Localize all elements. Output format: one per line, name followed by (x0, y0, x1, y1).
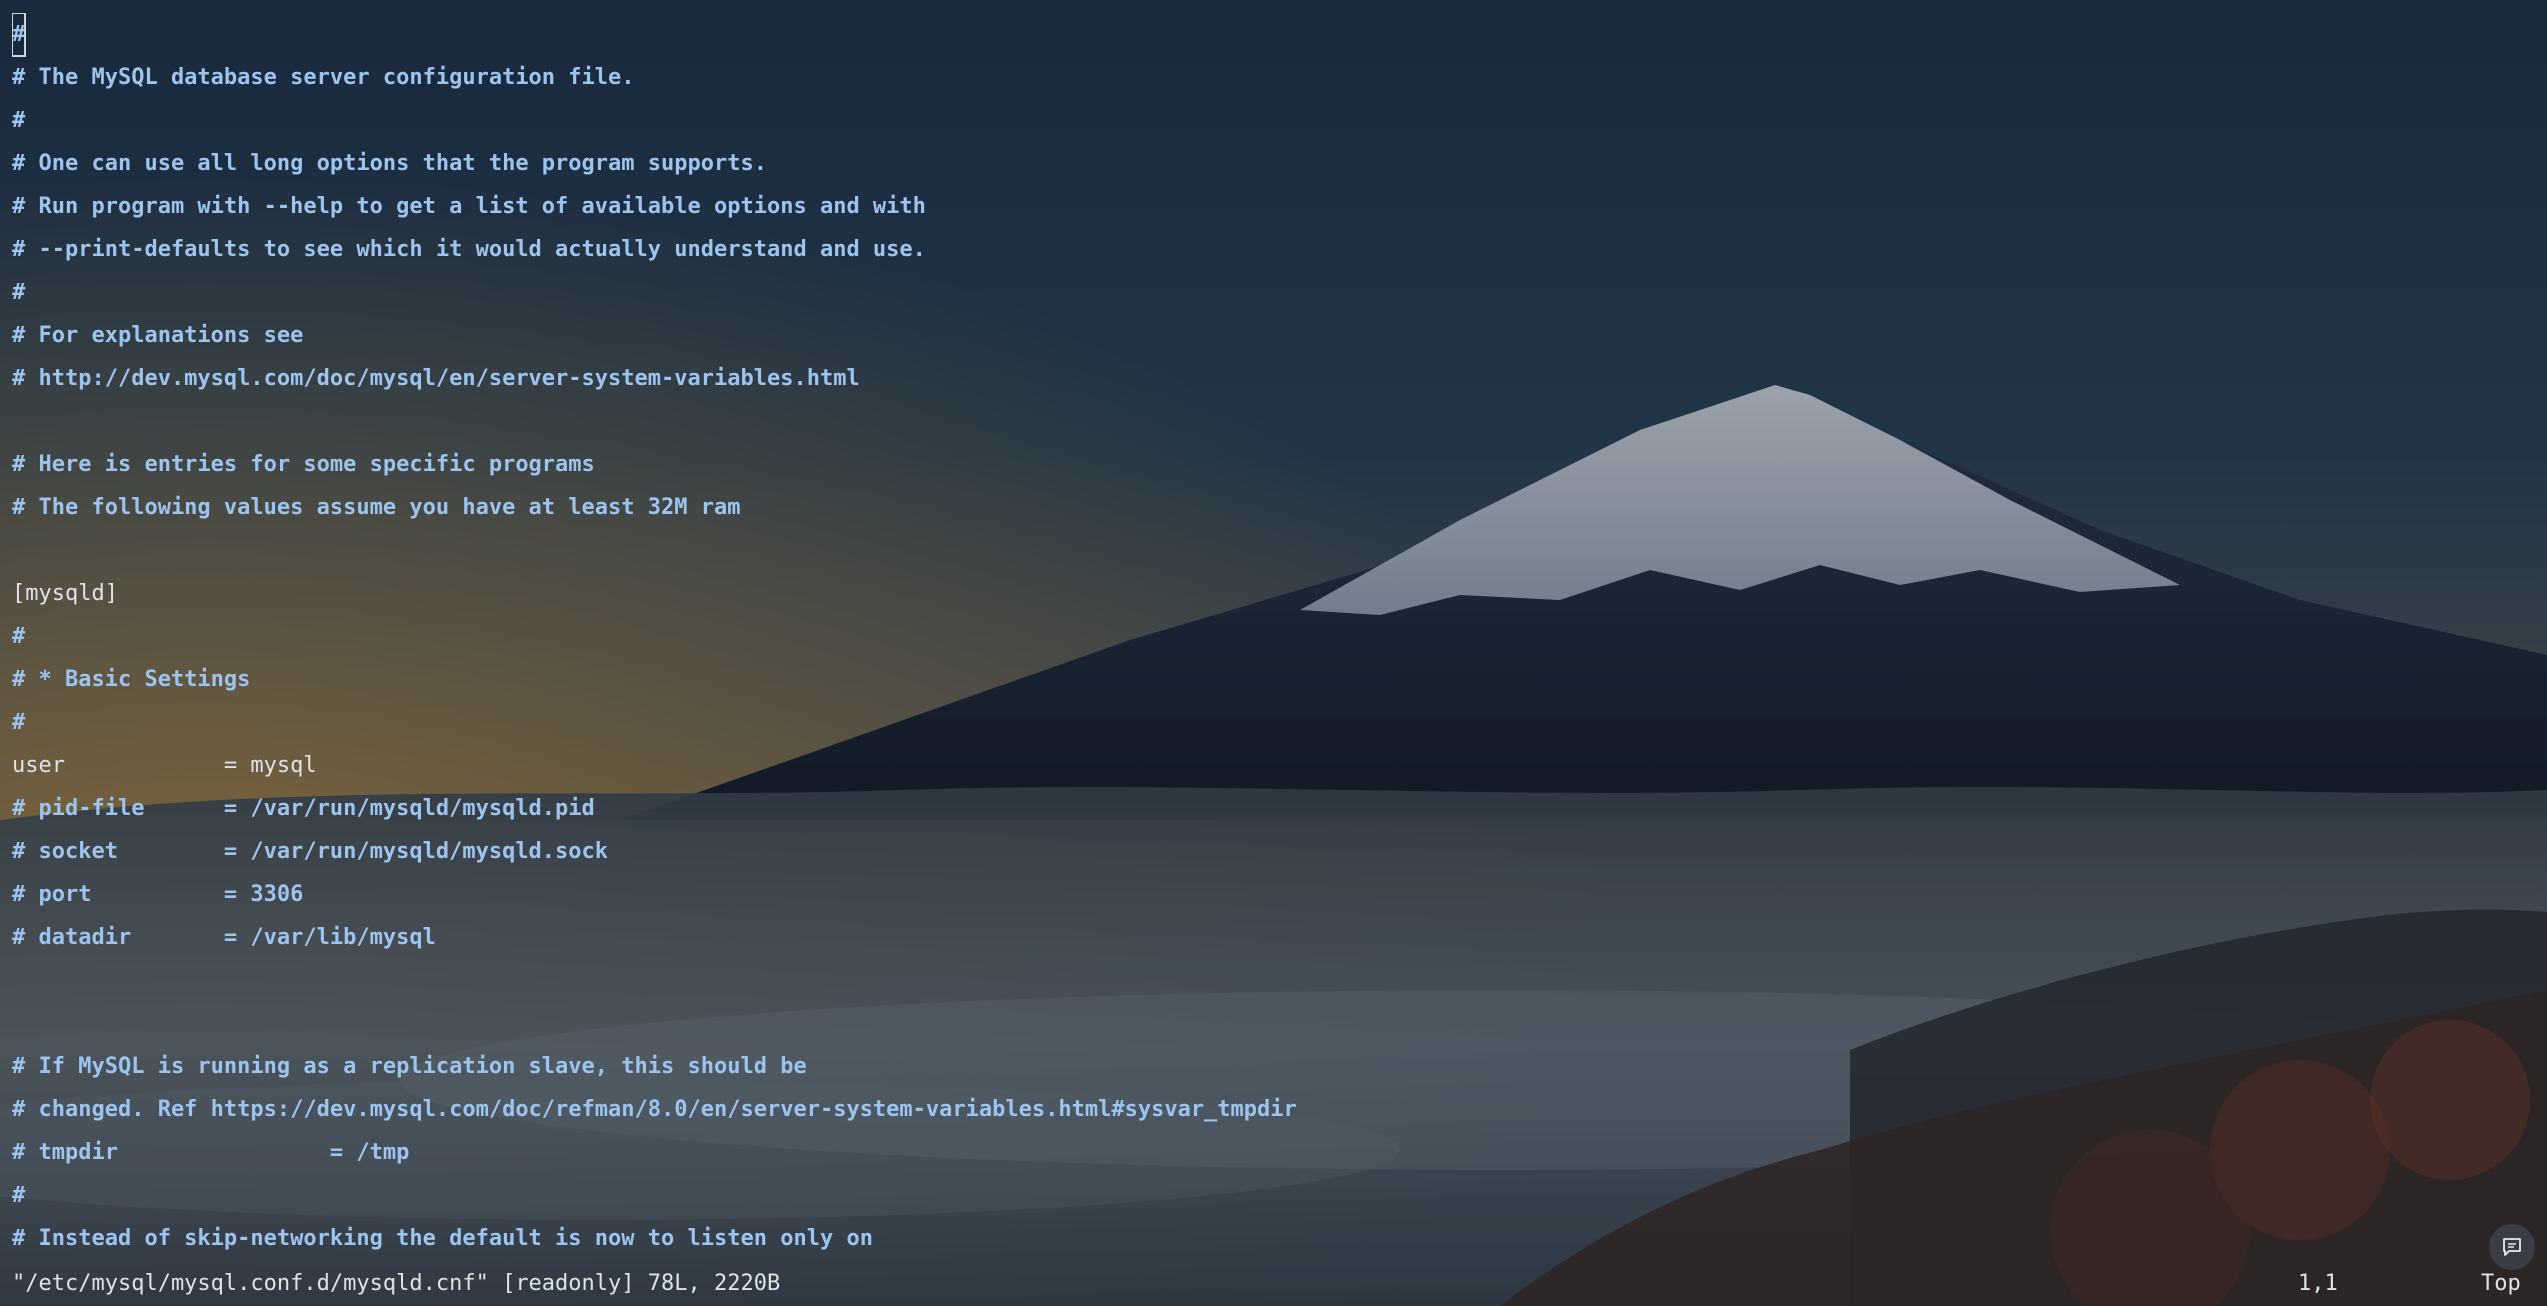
file-info-message: "/etc/mysql/mysql.conf.d/mysqld.cnf" [re… (12, 1271, 781, 1296)
editor-line[interactable]: # (12, 271, 2532, 314)
editor-line[interactable]: # changed. Ref https://dev.mysql.com/doc… (12, 1088, 2532, 1131)
editor-line[interactable]: # http://dev.mysql.com/doc/mysql/en/serv… (12, 357, 2532, 400)
editor-line[interactable] (12, 400, 2532, 443)
vim-status-line: "/etc/mysql/mysql.conf.d/mysqld.cnf" [re… (0, 1262, 2547, 1306)
editor-line[interactable]: # The following values assume you have a… (12, 486, 2532, 529)
chat-bubble-icon (2503, 1238, 2521, 1256)
editor-line[interactable]: # One can use all long options that the … (12, 142, 2532, 185)
editor-line[interactable]: # pid-file = /var/run/mysqld/mysqld.pid (12, 787, 2532, 830)
editor-line[interactable]: # port = 3306 (12, 873, 2532, 916)
editor-line[interactable]: # Instead of skip-networking the default… (12, 1217, 2532, 1253)
cursor-position: 1,1 (2298, 1271, 2338, 1296)
vim-editor-buffer[interactable]: # # The MySQL database server configurati… (12, 13, 2532, 1253)
editor-line[interactable]: [mysqld] (12, 572, 2532, 615)
editor-line[interactable] (12, 959, 2532, 1002)
editor-line[interactable]: # The MySQL database server configuratio… (12, 56, 2532, 99)
editor-line[interactable]: # For explanations see (12, 314, 2532, 357)
editor-line[interactable]: # * Basic Settings (12, 658, 2532, 701)
editor-line[interactable]: user = mysql (12, 744, 2532, 787)
editor-line[interactable]: # datadir = /var/lib/mysql (12, 916, 2532, 959)
text-cursor: # (12, 13, 27, 57)
editor-line[interactable]: # Here is entries for some specific prog… (12, 443, 2532, 486)
editor-line[interactable]: # (12, 701, 2532, 744)
editor-line[interactable]: # Run program with --help to get a list … (12, 185, 2532, 228)
editor-line[interactable] (12, 1002, 2532, 1045)
editor-line[interactable]: # If MySQL is running as a replication s… (12, 1045, 2532, 1088)
editor-line[interactable]: # tmpdir = /tmp (12, 1131, 2532, 1174)
chat-button[interactable] (2489, 1224, 2535, 1270)
editor-line[interactable]: # (12, 1174, 2532, 1217)
editor-line[interactable] (12, 529, 2532, 572)
editor-line[interactable]: # (12, 13, 2532, 57)
editor-line[interactable]: # socket = /var/run/mysqld/mysqld.sock (12, 830, 2532, 873)
editor-line[interactable]: # --print-defaults to see which it would… (12, 228, 2532, 271)
editor-line[interactable]: # (12, 615, 2532, 658)
editor-line[interactable]: # (12, 99, 2532, 142)
